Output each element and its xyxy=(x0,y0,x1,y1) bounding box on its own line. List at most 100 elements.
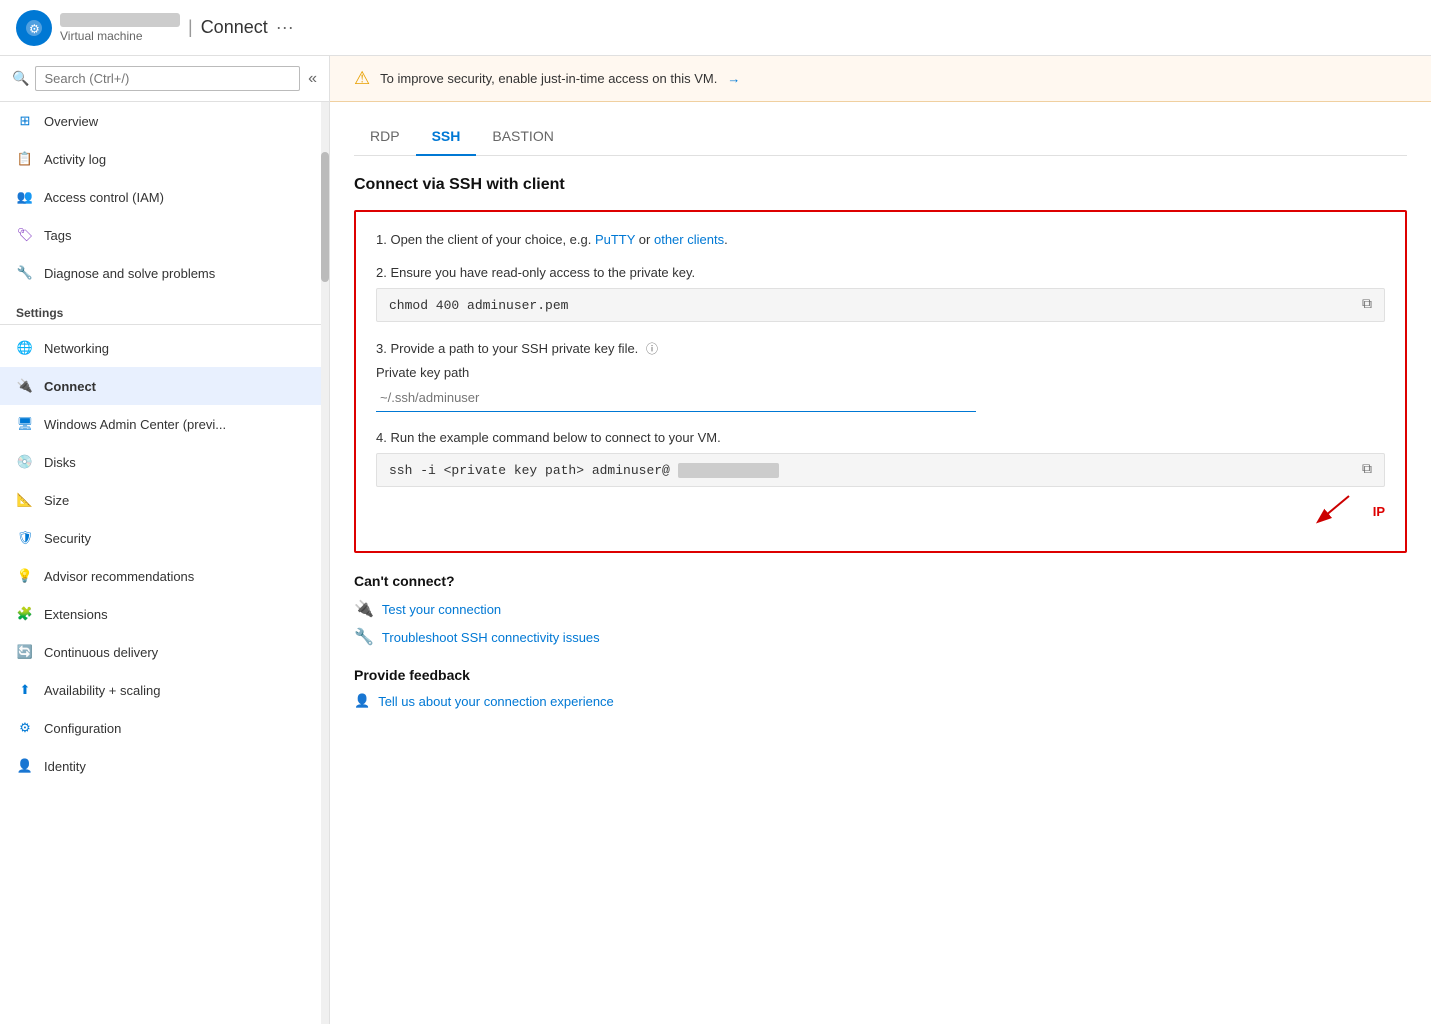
ip-blurred: ████████████ xyxy=(678,463,780,478)
cant-connect-section: Can't connect? 🔌 Test your connection 🔧 … xyxy=(354,573,1407,647)
sidebar-item-advisor[interactable]: 💡 Advisor recommendations xyxy=(0,557,329,595)
tabs-bar: RDP SSH BASTION xyxy=(354,118,1407,156)
sidebar-item-networking[interactable]: 🌐 Networking xyxy=(0,329,329,367)
sidebar-item-overview[interactable]: ⊞ Overview xyxy=(0,102,329,140)
sidebar-item-label: Tags xyxy=(44,228,71,243)
sidebar-item-windows-admin[interactable]: 🖥 Windows Admin Center (previ... xyxy=(0,405,329,443)
connect-icon: 🔌 xyxy=(16,377,34,395)
copy-ssh-button[interactable]: ⧉ xyxy=(1362,462,1372,478)
scrollbar-thumb[interactable] xyxy=(321,152,329,282)
private-key-input[interactable] xyxy=(376,384,976,412)
configuration-icon: ⚙ xyxy=(16,719,34,737)
sidebar-item-size[interactable]: 📐 Size xyxy=(0,481,329,519)
other-clients-link[interactable]: other clients xyxy=(654,232,724,247)
sidebar-item-label: Continuous delivery xyxy=(44,645,158,660)
chmod-code-block: chmod 400 adminuser.pem ⧉ xyxy=(376,288,1385,322)
sidebar-search-area: 🔍 « xyxy=(0,56,329,102)
availability-icon: ⬆ xyxy=(16,681,34,699)
content-inner: RDP SSH BASTION Connect via SSH with cli… xyxy=(330,102,1431,725)
sidebar-item-label: Overview xyxy=(44,114,98,129)
sidebar-item-label: Activity log xyxy=(44,152,106,167)
settings-section-label: Settings xyxy=(0,292,329,325)
warning-text: To improve security, enable just-in-time… xyxy=(380,71,717,86)
step-3-text: 3. Provide a path to your SSH private ke… xyxy=(376,341,638,356)
app-logo: ⚙ xyxy=(16,10,52,46)
feedback-link-label: Tell us about your connection experience xyxy=(378,694,614,709)
page-title: Connect xyxy=(201,17,268,38)
warning-link[interactable]: → xyxy=(727,71,740,86)
size-icon: 📐 xyxy=(16,491,34,509)
sidebar-item-disks[interactable]: 💿 Disks xyxy=(0,443,329,481)
overview-icon: ⊞ xyxy=(16,112,34,130)
step-1: 1. Open the client of your choice, e.g. … xyxy=(376,232,1385,247)
sidebar-item-tags[interactable]: 🏷 Tags xyxy=(0,216,329,254)
feedback-section: Provide feedback 👤 Tell us about your co… xyxy=(354,667,1407,709)
sidebar-item-label: Size xyxy=(44,493,69,508)
ip-arrow-svg xyxy=(1289,491,1369,531)
sidebar-item-identity[interactable]: 👤 Identity xyxy=(0,747,329,785)
disks-icon: 💿 xyxy=(16,453,34,471)
sidebar-item-label: Identity xyxy=(44,759,86,774)
troubleshoot-ssh-link[interactable]: 🔧 Troubleshoot SSH connectivity issues xyxy=(354,627,1407,647)
step-1-or: or xyxy=(635,232,654,247)
main-layout: 🔍 « ⊞ Overview 📋 Activity log 👥 Access c… xyxy=(0,56,1431,1024)
ssh-command: ssh -i <private key path> adminuser@ ███… xyxy=(389,463,779,478)
collapse-sidebar-button[interactable]: « xyxy=(308,70,317,88)
sidebar-item-label: Configuration xyxy=(44,721,121,736)
sidebar-item-activity-log[interactable]: 📋 Activity log xyxy=(0,140,329,178)
sidebar-item-label: Advisor recommendations xyxy=(44,569,194,584)
step-2: 2. Ensure you have read-only access to t… xyxy=(376,265,1385,322)
title-divider: | xyxy=(188,17,193,38)
scrollbar-track[interactable] xyxy=(321,102,329,1024)
vm-subtitle: Virtual machine xyxy=(60,29,180,43)
info-icon[interactable]: ⓘ xyxy=(646,342,658,356)
step-2-title: 2. Ensure you have read-only access to t… xyxy=(376,265,1385,280)
ssh-section-heading: Connect via SSH with client xyxy=(354,176,1407,194)
tags-icon: 🏷 xyxy=(16,226,34,244)
identity-icon: 👤 xyxy=(16,757,34,775)
warning-icon: ⚠ xyxy=(354,68,370,89)
sidebar-scroll: ⊞ Overview 📋 Activity log 👥 Access contr… xyxy=(0,102,329,1024)
troubleshoot-icon: 🔧 xyxy=(354,627,374,647)
tab-rdp[interactable]: RDP xyxy=(354,118,416,156)
sidebar-item-label: Access control (IAM) xyxy=(44,190,164,205)
sidebar-item-connect[interactable]: 🔌 Connect xyxy=(0,367,329,405)
troubleshoot-label: Troubleshoot SSH connectivity issues xyxy=(382,630,600,645)
main-content: ⚠ To improve security, enable just-in-ti… xyxy=(330,56,1431,1024)
sidebar-item-diagnose[interactable]: 🔧 Diagnose and solve problems xyxy=(0,254,329,292)
putty-link[interactable]: PuTTY xyxy=(595,232,635,247)
feedback-link[interactable]: 👤 Tell us about your connection experien… xyxy=(354,693,1407,709)
sidebar-item-security[interactable]: 🛡 Security xyxy=(0,519,329,557)
delivery-icon: 🔄 xyxy=(16,643,34,661)
svg-text:⚙: ⚙ xyxy=(29,22,40,36)
copy-chmod-button[interactable]: ⧉ xyxy=(1362,297,1372,313)
test-connection-link[interactable]: 🔌 Test your connection xyxy=(354,599,1407,619)
sidebar-item-label: Availability + scaling xyxy=(44,683,160,698)
more-options-button[interactable]: ··· xyxy=(276,17,294,38)
sidebar-item-access-control[interactable]: 👥 Access control (IAM) xyxy=(0,178,329,216)
sidebar-item-configuration[interactable]: ⚙ Configuration xyxy=(0,709,329,747)
advisor-icon: 💡 xyxy=(16,567,34,585)
vm-label-group: Virtual machine xyxy=(60,13,180,43)
sidebar-item-availability[interactable]: ⬆ Availability + scaling xyxy=(0,671,329,709)
sidebar-item-label: Security xyxy=(44,531,91,546)
sidebar-item-continuous-delivery[interactable]: 🔄 Continuous delivery xyxy=(0,633,329,671)
tab-bastion[interactable]: BASTION xyxy=(476,118,569,156)
ip-label: IP xyxy=(1373,504,1385,519)
steps-box: 1. Open the client of your choice, e.g. … xyxy=(354,210,1407,553)
feedback-heading: Provide feedback xyxy=(354,667,1407,683)
sidebar-item-label: Diagnose and solve problems xyxy=(44,266,215,281)
step-4: 4. Run the example command below to conn… xyxy=(376,430,1385,531)
sidebar: 🔍 « ⊞ Overview 📋 Activity log 👥 Access c… xyxy=(0,56,330,1024)
chmod-code: chmod 400 adminuser.pem xyxy=(389,298,568,313)
search-input[interactable] xyxy=(35,66,300,91)
sidebar-item-label: Connect xyxy=(44,379,96,394)
windows-admin-icon: 🖥 xyxy=(16,415,34,433)
extensions-icon: 🧩 xyxy=(16,605,34,623)
activity-log-icon: 📋 xyxy=(16,150,34,168)
top-bar: ⚙ Virtual machine | Connect ··· xyxy=(0,0,1431,56)
tab-ssh[interactable]: SSH xyxy=(416,118,477,156)
sidebar-item-extensions[interactable]: 🧩 Extensions xyxy=(0,595,329,633)
step-3: 3. Provide a path to your SSH private ke… xyxy=(376,340,1385,412)
step-1-text: 1. Open the client of your choice, e.g. xyxy=(376,232,595,247)
